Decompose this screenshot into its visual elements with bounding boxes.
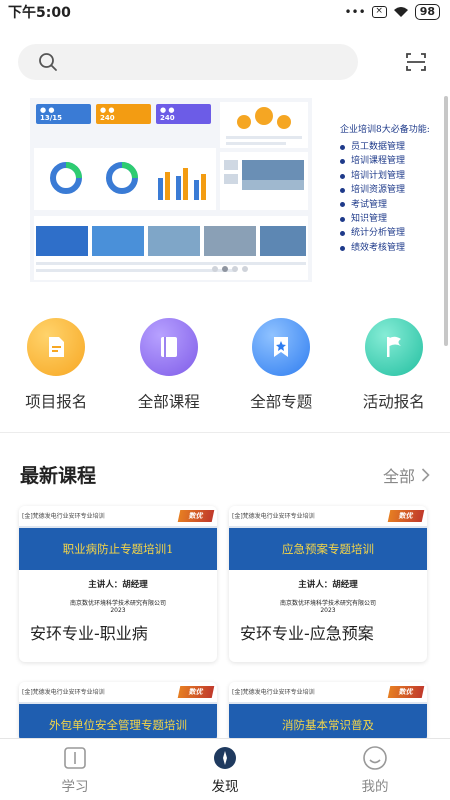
course-card[interactable]: [金]梵德发电行业安环专业培训 数优 外包单位安全管理专题培训 bbox=[19, 682, 217, 742]
nav-item-mine[interactable]: 我的 bbox=[300, 739, 450, 800]
view-all-label: 全部 bbox=[382, 467, 415, 486]
nav-item-discover[interactable]: 发现 bbox=[150, 739, 300, 800]
course-year: 2023 bbox=[320, 607, 336, 614]
quick-link-project-signup[interactable]: 项目报名 bbox=[0, 318, 113, 413]
quick-links: 项目报名 全部课程 全部专题 活动报名 bbox=[0, 318, 450, 413]
course-card[interactable]: [金]梵德发电行业安环专业培训 数优 应急预案专题培训 主讲人：胡经理 南京数优… bbox=[229, 506, 427, 662]
brand-logo: 数优 bbox=[177, 510, 215, 522]
book-icon bbox=[139, 318, 198, 376]
book-open-icon bbox=[64, 747, 86, 769]
promo-banner[interactable]: ● ● 13/15 ● ● 240 ● ● 240 企业培训8大必备功能: 员工… bbox=[0, 96, 450, 286]
quick-link-label: 全部专题 bbox=[250, 393, 313, 411]
search-row bbox=[18, 44, 432, 80]
course-card[interactable]: [金]梵德发电行业安环专业培训 数优 职业病防止专题培训1 主讲人：胡经理 南京… bbox=[19, 506, 217, 662]
carousel-dot[interactable] bbox=[242, 266, 248, 272]
quick-link-all-courses[interactable]: 全部课程 bbox=[113, 318, 226, 413]
dashboard-stat-card: ● ● 13/15 bbox=[36, 104, 91, 124]
course-cover: [金]梵德发电行业安环专业培训 数优 消防基本常识普及 bbox=[229, 682, 427, 742]
course-org: 南京数优环境科学技术研究有限公司 bbox=[69, 600, 166, 607]
scrollbar[interactable] bbox=[444, 96, 448, 346]
feature-list: 企业培训8大必备功能: 员工数据管理 培训课程管理 培训计划管理 培训资源管理 … bbox=[340, 122, 450, 255]
signal-dots-icon: ••• bbox=[344, 5, 366, 19]
compass-icon bbox=[214, 747, 236, 769]
feature-item: 统计分析管理 bbox=[340, 226, 450, 240]
course-cover: [金]梵德发电行业安环专业培训 数优 应急预案专题培训 主讲人：胡经理 南京数优… bbox=[229, 506, 427, 614]
brand-logo: 数优 bbox=[387, 686, 425, 698]
course-cover-title: 应急预案专题培训 bbox=[229, 526, 427, 570]
quick-link-label: 全部课程 bbox=[137, 393, 200, 411]
sim-x-icon: × bbox=[371, 6, 387, 18]
bottom-nav: 学习 发现 我的 bbox=[0, 738, 450, 800]
feature-item: 培训资源管理 bbox=[340, 183, 450, 197]
view-all-link[interactable]: 全部 bbox=[383, 463, 430, 487]
dashboard-news-strip bbox=[34, 216, 308, 280]
feature-item: 考试管理 bbox=[340, 198, 450, 212]
feature-item: 培训计划管理 bbox=[340, 169, 450, 183]
dashboard-chart-panel bbox=[34, 148, 216, 210]
course-cover: [金]梵德发电行业安环专业培训 数优 外包单位安全管理专题培训 bbox=[19, 682, 217, 742]
wifi-icon bbox=[393, 7, 408, 17]
brand-logo: 数优 bbox=[177, 686, 215, 698]
feature-item: 知识管理 bbox=[340, 212, 450, 226]
course-year: 2023 bbox=[110, 607, 126, 614]
star-bookmark-icon bbox=[252, 318, 311, 376]
course-card[interactable]: [金]梵德发电行业安环专业培训 数优 消防基本常识普及 bbox=[229, 682, 427, 742]
feature-item: 绩效考核管理 bbox=[340, 241, 450, 255]
carousel-dot-active[interactable] bbox=[222, 266, 228, 272]
file-icon bbox=[27, 318, 86, 376]
nav-label: 发现 bbox=[211, 779, 239, 795]
quick-link-all-topics[interactable]: 全部专题 bbox=[225, 318, 338, 413]
quick-link-event-signup[interactable]: 活动报名 bbox=[338, 318, 450, 413]
carousel-dot[interactable] bbox=[212, 266, 218, 272]
course-org: 南京数优环境科学技术研究有限公司 bbox=[279, 600, 376, 607]
dashboard-image-panel bbox=[220, 152, 308, 210]
battery-indicator: 98 bbox=[414, 4, 440, 20]
section-title: 最新课程 bbox=[20, 465, 97, 487]
nav-label: 学习 bbox=[61, 779, 89, 795]
feature-item: 培训课程管理 bbox=[340, 154, 450, 168]
course-title: 安环专业-应急预案 bbox=[240, 624, 374, 643]
carousel-dot[interactable] bbox=[232, 266, 238, 272]
status-bar: 下午5:00 ••• × 98 bbox=[0, 0, 450, 24]
quick-link-label: 项目报名 bbox=[25, 393, 88, 411]
dashboard-ranking-panel bbox=[220, 102, 308, 148]
course-cover-title: 外包单位安全管理专题培训 bbox=[19, 702, 217, 742]
scan-icon[interactable] bbox=[404, 50, 428, 74]
quick-link-label: 活动报名 bbox=[362, 393, 425, 411]
search-icon bbox=[39, 53, 57, 71]
flag-icon bbox=[364, 318, 423, 376]
dashboard-stat-card: ● ● 240 bbox=[96, 104, 151, 124]
smile-icon bbox=[363, 746, 387, 770]
carousel-indicator[interactable] bbox=[212, 266, 248, 272]
feature-list-title: 企业培训8大必备功能: bbox=[340, 125, 430, 135]
course-speaker: 主讲人：胡经理 bbox=[88, 580, 148, 590]
status-time: 下午5:00 bbox=[8, 5, 71, 21]
brand-logo: 数优 bbox=[387, 510, 425, 522]
search-input[interactable] bbox=[18, 44, 358, 80]
dashboard-stat-card: ● ● 240 bbox=[156, 104, 211, 124]
course-title: 安环专业-职业病 bbox=[30, 624, 148, 643]
course-speaker: 主讲人：胡经理 bbox=[298, 580, 358, 590]
chevron-right-icon bbox=[421, 468, 430, 482]
nav-label: 我的 bbox=[361, 779, 389, 795]
course-cover-title: 消防基本常识普及 bbox=[229, 702, 427, 742]
course-cover-title: 职业病防止专题培训1 bbox=[19, 526, 217, 570]
feature-item: 员工数据管理 bbox=[340, 140, 450, 154]
nav-item-study[interactable]: 学习 bbox=[0, 739, 150, 800]
course-cover: [金]梵德发电行业安环专业培训 数优 职业病防止专题培训1 主讲人：胡经理 南京… bbox=[19, 506, 217, 614]
dashboard-preview: ● ● 13/15 ● ● 240 ● ● 240 bbox=[30, 98, 312, 282]
section-divider bbox=[0, 432, 450, 433]
